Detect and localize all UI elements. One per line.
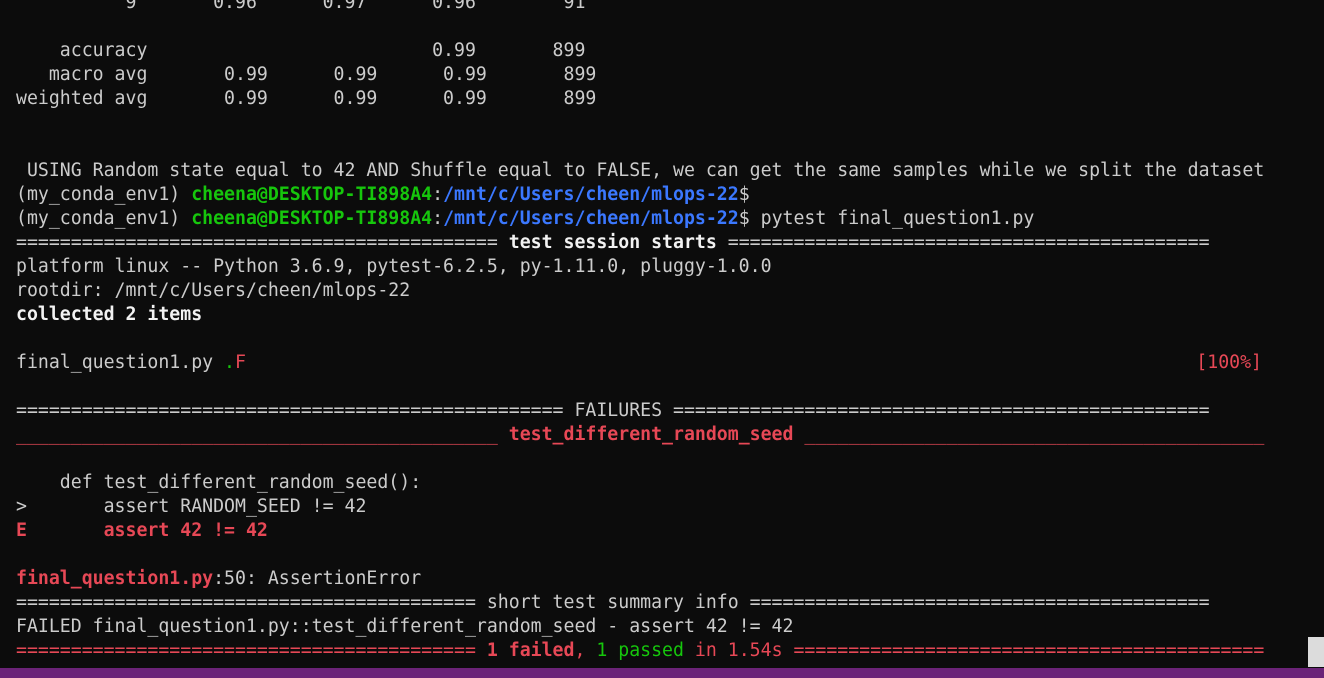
report-weighted-avg-text: weighted avg 0.99 0.99 0.99 899	[16, 88, 597, 109]
final-result-line: ========================================…	[16, 639, 1306, 663]
failures-header-right: ========================================…	[662, 400, 1210, 421]
failed-test-rule-left: ________________________________________…	[16, 424, 509, 445]
failed-test-name: test_different_random_seed	[508, 424, 794, 445]
report-accuracy-text: accuracy 0.99 899	[16, 40, 586, 61]
progress-percent: [100%]	[1196, 352, 1262, 373]
prompt-dollar: $	[738, 184, 750, 205]
error-location: final_question1.py:50: AssertionError	[16, 567, 1306, 591]
prompt-colon: :	[432, 208, 444, 229]
traceback-def-text: def test_different_random_seed():	[16, 472, 422, 493]
shell-prompt-command: (my_conda_env1) cheena@DESKTOP-TI898A4:/…	[16, 207, 1306, 231]
output-message: USING Random state equal to 42 AND Shuff…	[16, 159, 1306, 183]
rootdir-info: rootdir: /mnt/c/Users/cheen/mlops-22	[16, 279, 1306, 303]
summary-header: ========================================…	[16, 591, 1306, 615]
scrollbar-thumb[interactable]	[1308, 637, 1324, 667]
rootdir-info-text: rootdir: /mnt/c/Users/cheen/mlops-22	[16, 280, 411, 301]
failures-header-left: ========================================…	[16, 400, 575, 421]
prompt-command: pytest final_question1.py	[749, 208, 1035, 229]
shell-prompt: (my_conda_env1) cheena@DESKTOP-TI898A4:/…	[16, 183, 1306, 207]
traceback-arrow-line: > assert RANDOM_SEED != 42	[16, 495, 1306, 519]
result-comma: ,	[574, 640, 597, 661]
traceback-error-prefix: E	[16, 520, 27, 541]
terminal-window[interactable]: 9 0.96 0.97 0.96 91 accuracy 0.99 899 ma…	[0, 0, 1324, 678]
error-location-file: final_question1.py	[16, 568, 214, 589]
prompt-env: (my_conda_env1)	[16, 208, 192, 229]
failed-count: 1 failed	[486, 640, 575, 661]
error-location-rest: :50: AssertionError	[213, 568, 422, 589]
summary-header-left: ========================================…	[16, 592, 487, 613]
session-header: ========================================…	[16, 231, 1306, 255]
test-file-name: final_question1.py	[16, 352, 225, 373]
prompt-path: /mnt/c/Users/cheen/mlops-22	[443, 208, 739, 229]
pass-mark: .	[224, 352, 235, 373]
report-weighted-avg: weighted avg 0.99 0.99 0.99 899	[16, 87, 1306, 111]
prompt-env: (my_conda_env1)	[16, 184, 192, 205]
terminal-output: 9 0.96 0.97 0.96 91 accuracy 0.99 899 ma…	[16, 0, 1306, 663]
failures-header-title: FAILURES	[574, 400, 663, 421]
prompt-dollar: $	[738, 208, 750, 229]
session-header-right: ========================================…	[716, 232, 1210, 253]
report-row-9-text: 9 0.96 0.97 0.96 91	[16, 0, 586, 13]
traceback-arrow: >	[16, 496, 27, 517]
final-rule-left: ========================================…	[16, 640, 487, 661]
session-header-left: ========================================…	[16, 232, 509, 253]
summary-failed-line: FAILED final_question1.py::test_differen…	[16, 615, 1306, 639]
failed-test-rule-right: ________________________________________…	[793, 424, 1265, 445]
traceback-error-code: assert 42 != 42	[26, 520, 268, 541]
final-rule-right: ========================================…	[782, 640, 1265, 661]
report-row-9: 9 0.96 0.97 0.96 91	[16, 0, 1306, 15]
output-message-text: USING Random state equal to 42 AND Shuff…	[16, 160, 1265, 181]
report-accuracy: accuracy 0.99 899	[16, 39, 1306, 63]
traceback-arrow-code: assert RANDOM_SEED != 42	[26, 496, 367, 517]
platform-info: platform linux -- Python 3.6.9, pytest-6…	[16, 255, 1306, 279]
prompt-user-host: cheena@DESKTOP-TI898A4	[191, 184, 433, 205]
traceback-def: def test_different_random_seed():	[16, 471, 1306, 495]
summary-failed-text: FAILED final_question1.py::test_differen…	[16, 616, 794, 637]
report-macro-avg: macro avg 0.99 0.99 0.99 899	[16, 63, 1306, 87]
prompt-colon: :	[432, 184, 444, 205]
prompt-user-host: cheena@DESKTOP-TI898A4	[191, 208, 433, 229]
failures-header: ========================================…	[16, 399, 1306, 423]
platform-info-text: platform linux -- Python 3.6.9, pytest-6…	[16, 256, 772, 277]
summary-header-title: short test summary info	[486, 592, 739, 613]
window-bottom-bar	[0, 668, 1324, 678]
failed-test-header: ________________________________________…	[16, 423, 1306, 447]
collected-info: collected 2 items	[16, 303, 1306, 327]
collected-info-text: collected 2 items	[16, 304, 203, 325]
traceback-error-line: E assert 42 != 42	[16, 519, 1306, 543]
test-progress: final_question1.py .F [100%]	[16, 351, 1306, 375]
report-macro-avg-text: macro avg 0.99 0.99 0.99 899	[16, 64, 597, 85]
session-header-title: test session starts	[508, 232, 717, 253]
result-time: in 1.54s	[683, 640, 783, 661]
passed-count: 1 passed	[596, 640, 684, 661]
summary-header-right: ========================================…	[738, 592, 1210, 613]
fail-mark: F	[235, 352, 246, 373]
prompt-path: /mnt/c/Users/cheen/mlops-22	[443, 184, 739, 205]
